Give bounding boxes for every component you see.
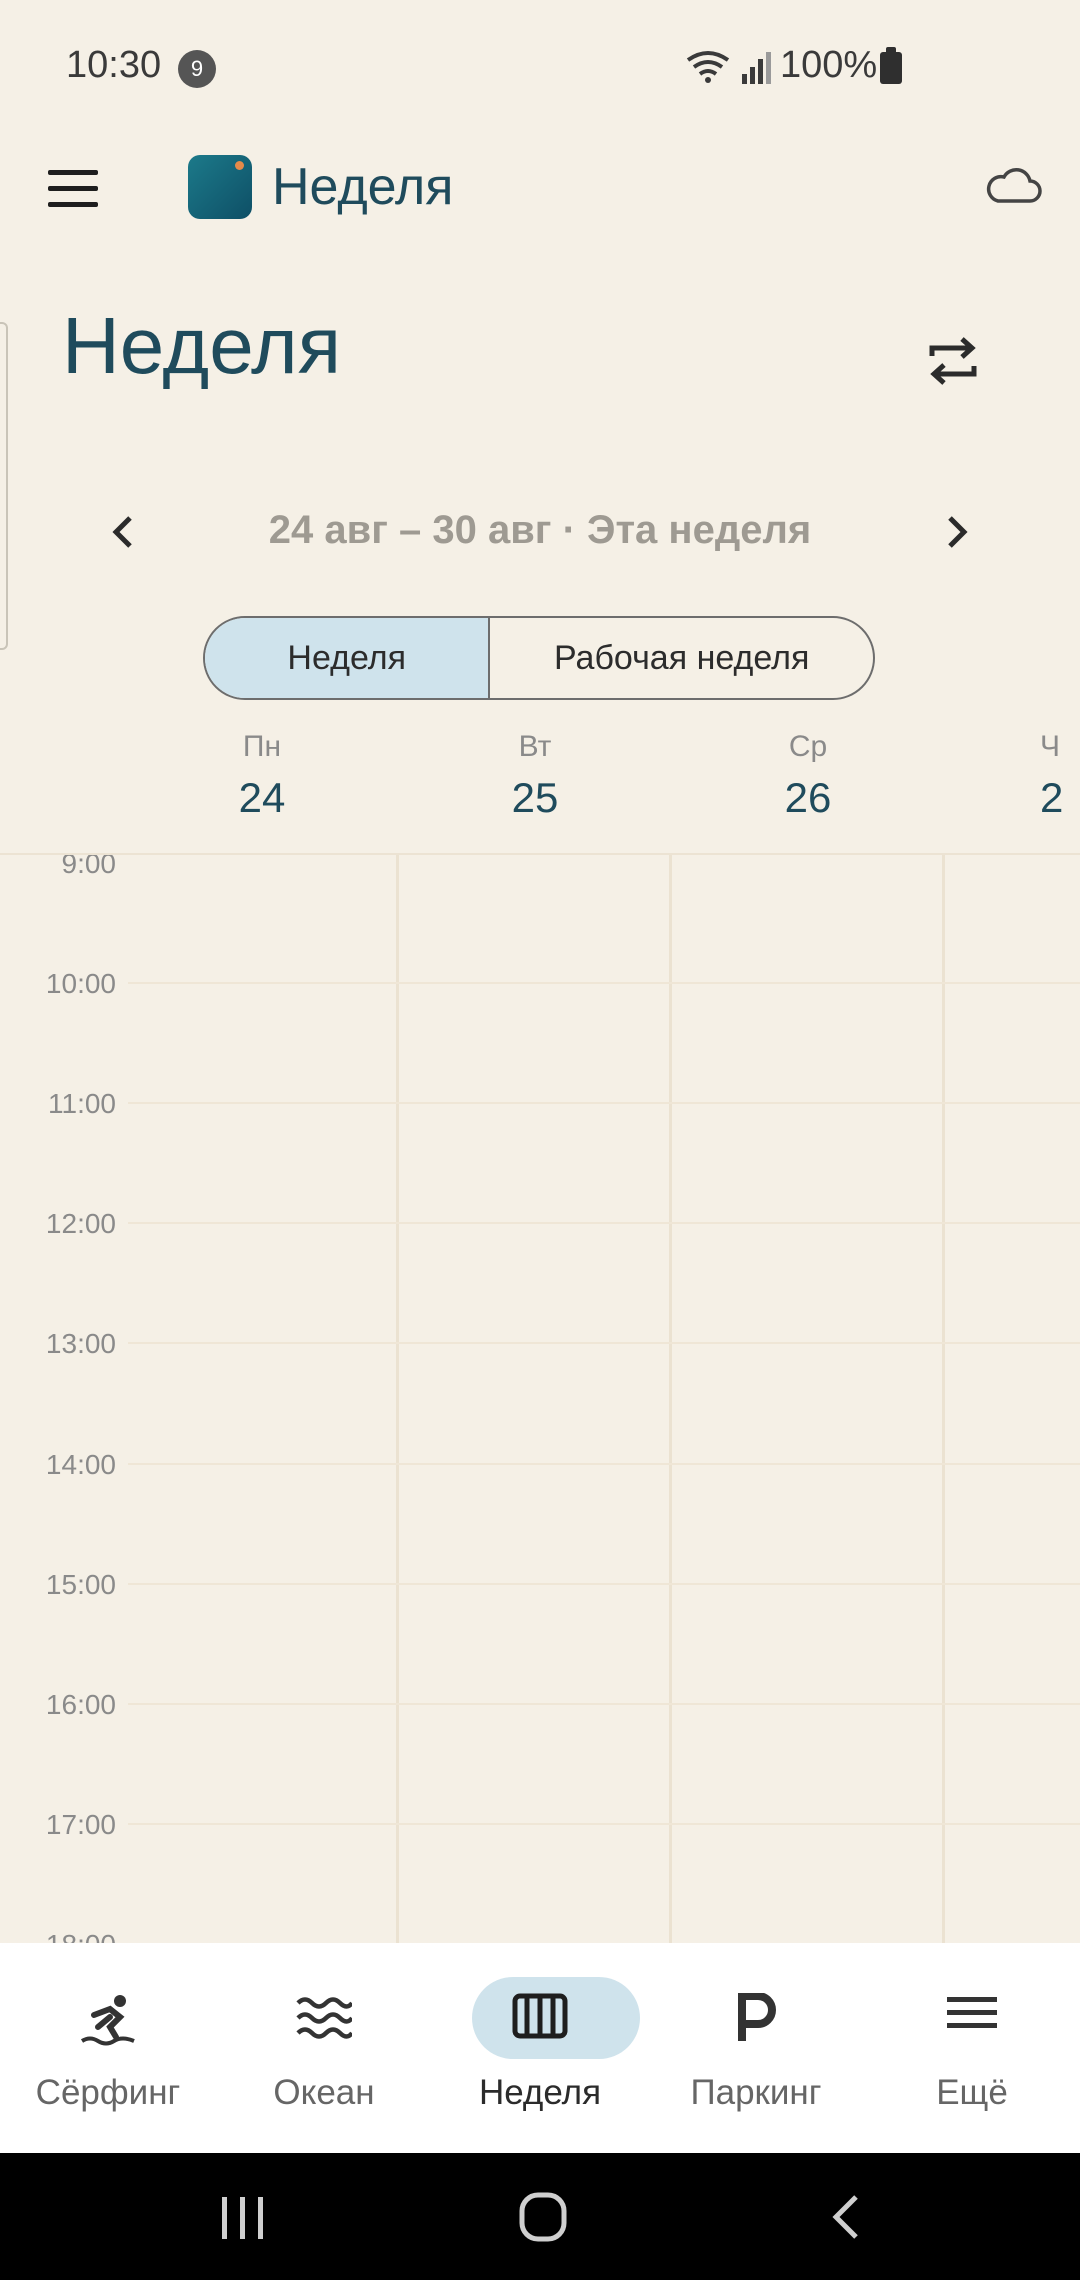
hour-line: [128, 1463, 1080, 1465]
nav-item-ocean[interactable]: Океан: [216, 1943, 432, 2153]
nav-label: Океан: [273, 2073, 375, 2112]
day-header-tue[interactable]: Вт 25: [435, 730, 635, 822]
segment-week[interactable]: Неделя: [205, 618, 491, 698]
column-divider: [669, 855, 672, 1943]
time-label: 11:00: [48, 1088, 116, 1119]
segment-work-week[interactable]: Рабочая неделя: [490, 618, 873, 698]
swap-icon[interactable]: [926, 334, 980, 388]
day-number: 2: [1040, 774, 1064, 821]
hour-line: [128, 1222, 1080, 1224]
day-number: 26: [784, 774, 832, 821]
page-title: Неделя: [62, 301, 342, 390]
nav-item-week[interactable]: Неделя: [432, 1943, 648, 2153]
nav-item-surfing[interactable]: Сёрфинг: [0, 1943, 216, 2153]
day-header-mon[interactable]: Пн 24: [162, 730, 362, 822]
day-header-wed[interactable]: Ср 26: [708, 730, 908, 822]
battery-icon: [880, 47, 902, 84]
nav-label: Ещё: [936, 2073, 1008, 2112]
status-time: 10:30: [66, 44, 162, 86]
hour-line: [128, 1823, 1080, 1825]
column-divider: [396, 855, 399, 1943]
nav-label: Неделя: [478, 2073, 602, 2112]
system-navigation-bar: [0, 2153, 1080, 2280]
app-title: Неделя: [272, 158, 454, 216]
time-label: 13:00: [45, 1328, 116, 1359]
bottom-navigation: Сёрфинг Океан Неделя Паркинг Ещё: [0, 1943, 1080, 2153]
menu-icon[interactable]: [48, 170, 98, 210]
home-icon[interactable]: [518, 2191, 568, 2243]
day-of-week: Ср: [788, 730, 828, 763]
day-of-week: Вт: [518, 730, 552, 763]
day-header-thu[interactable]: Ч 2: [1040, 730, 1080, 822]
drawer-edge-handle[interactable]: [0, 322, 8, 650]
hour-line: [128, 1342, 1080, 1344]
time-label: 18:00: [0, 1929, 116, 1943]
week-range-label: 24 авг – 30 авг · Эта неделя: [268, 508, 812, 552]
app-logo-icon: [188, 155, 252, 219]
chevron-right-icon[interactable]: [938, 514, 974, 550]
day-of-week: Пн: [242, 730, 282, 763]
back-icon[interactable]: [828, 2193, 864, 2241]
week-view-icon: [512, 1993, 568, 2039]
app-bar: Неделя: [0, 135, 1080, 245]
battery-percent: 100%: [780, 44, 878, 86]
recent-apps-icon[interactable]: [218, 2195, 268, 2241]
nav-item-parking[interactable]: Паркинг: [648, 1943, 864, 2153]
column-divider: [942, 855, 945, 1943]
nav-label: Паркинг: [690, 2073, 822, 2112]
view-mode-segmented-control: Неделя Рабочая неделя: [203, 616, 875, 700]
parking-icon: [738, 1993, 776, 2041]
time-label: 14:00: [45, 1449, 116, 1480]
nav-label: Сёрфинг: [35, 2073, 181, 2112]
notification-count-badge: 9: [178, 50, 216, 88]
time-label: 10:00: [45, 968, 116, 999]
wifi-icon: [686, 51, 730, 83]
signal-icon: [742, 52, 771, 84]
cloud-icon[interactable]: [984, 165, 1042, 205]
nav-item-more[interactable]: Ещё: [864, 1943, 1080, 2153]
hour-line: [128, 1102, 1080, 1104]
time-label: 9:00: [61, 853, 117, 879]
day-number: 25: [511, 774, 559, 821]
time-label: 12:00: [45, 1208, 116, 1239]
hour-line: [128, 1583, 1080, 1585]
hour-line: [128, 1703, 1080, 1705]
time-label: 15:00: [45, 1569, 116, 1600]
status-bar: 10:30 9 100%: [0, 0, 1080, 135]
day-of-week: Ч: [1040, 730, 1060, 763]
status-icons: [686, 50, 774, 84]
hour-line: [128, 982, 1080, 984]
week-time-grid[interactable]: 9:00 10:00 11:00 12:00 13:00 14:00 15:00…: [0, 853, 1080, 1943]
day-number: 24: [238, 774, 286, 821]
time-label: 17:00: [45, 1809, 116, 1840]
time-label: 16:00: [45, 1689, 116, 1720]
waves-icon: [296, 1997, 352, 2039]
surfing-icon: [80, 1995, 135, 2046]
more-menu-icon: [947, 1997, 997, 2028]
week-navigator: 24 авг – 30 авг · Эта неделя: [0, 500, 1080, 564]
